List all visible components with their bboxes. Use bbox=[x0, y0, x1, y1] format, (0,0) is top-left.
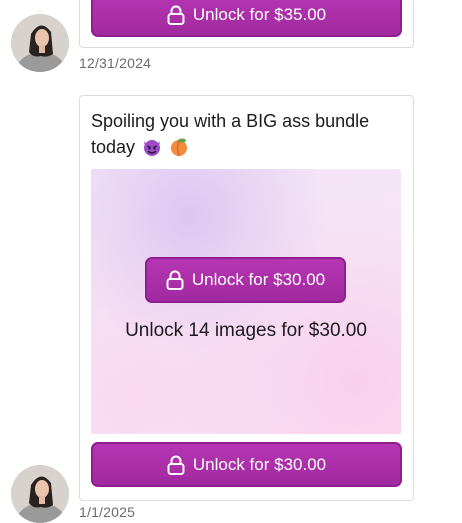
preview-unlock-button[interactable]: Unlock for $30.00 bbox=[145, 257, 346, 303]
unlock-button[interactable]: Unlock for $35.00 bbox=[91, 0, 402, 37]
message-text-content: Spoiling you with a BIG ass bundle today bbox=[91, 111, 370, 157]
message-text: Spoiling you with a BIG ass bundle today bbox=[91, 108, 391, 160]
peach-emoji bbox=[169, 137, 189, 157]
preview-unlock-button-label: Unlock for $30.00 bbox=[191, 270, 326, 289]
media-preview: Unlock for $30.00 Unlock 14 images for $… bbox=[91, 169, 401, 434]
unlock-button-label: Unlock for $35.00 bbox=[192, 4, 327, 24]
smiling-devil-emoji bbox=[142, 137, 162, 157]
lock-icon bbox=[166, 270, 184, 290]
lock-icon bbox=[167, 455, 185, 475]
unlock-caption: Unlock 14 images for $30.00 bbox=[125, 320, 367, 341]
avatar[interactable] bbox=[11, 14, 69, 72]
timestamp: 12/31/2024 bbox=[79, 55, 152, 71]
unlock-button[interactable]: Unlock for $30.00 bbox=[91, 442, 402, 487]
timestamp: 1/1/2025 bbox=[79, 504, 136, 520]
avatar[interactable] bbox=[11, 465, 69, 523]
unlock-button-label: Unlock for $30.00 bbox=[192, 454, 327, 474]
lock-icon bbox=[167, 5, 185, 25]
